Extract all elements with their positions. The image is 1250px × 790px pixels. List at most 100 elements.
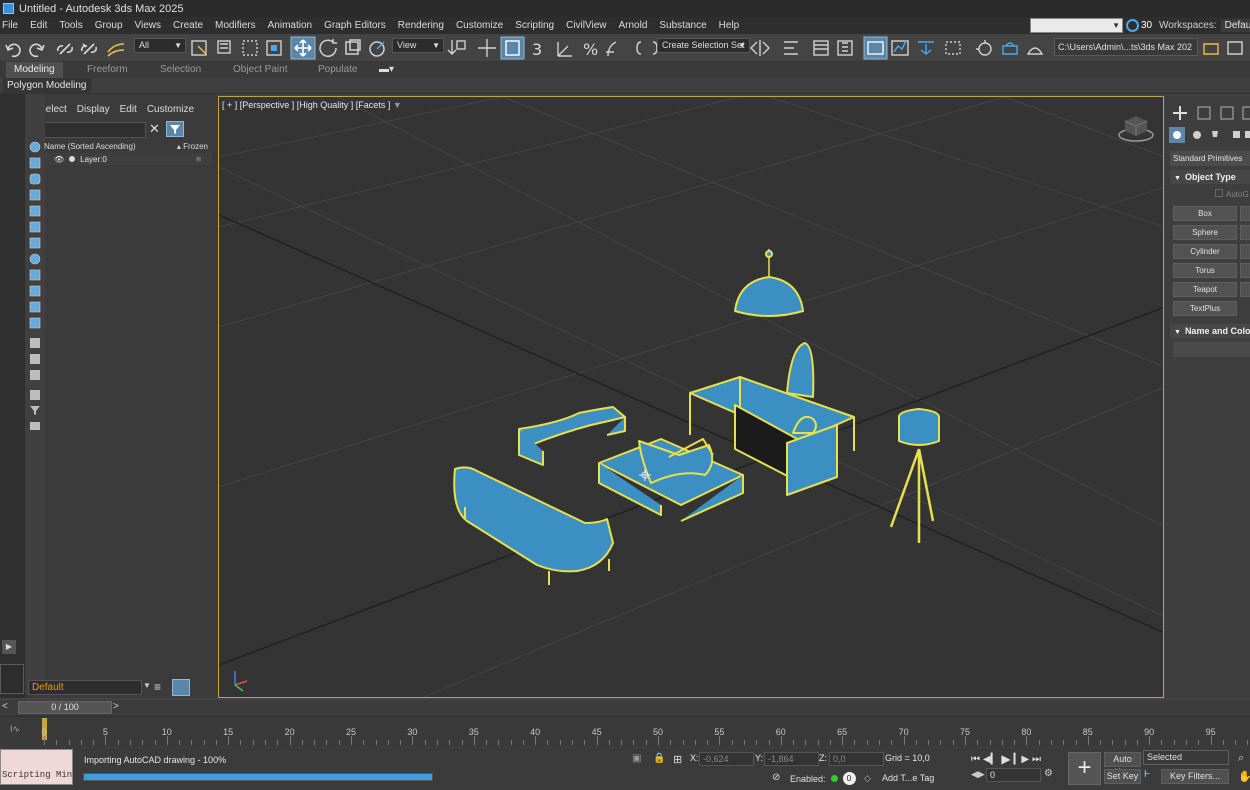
subtab-polygon-modeling[interactable]: Polygon Modeling — [3, 78, 91, 94]
zoom-icon[interactable]: ⌕ — [1238, 752, 1244, 765]
explorer-column-header[interactable]: Name (Sorted Ascending) ▴ Frozen — [44, 141, 212, 152]
workspace-selector[interactable]: Workspaces:Default — [1159, 18, 1250, 33]
enabled-toggle[interactable]: Enabled: 0 — [790, 772, 856, 785]
menu-substance[interactable]: Substance — [653, 17, 712, 34]
name-color-rollout[interactable]: ▼ Name and Color — [1170, 324, 1250, 338]
menu-file[interactable]: File — [0, 17, 24, 34]
ribbon-options-icon[interactable]: ▬▾ — [379, 62, 394, 78]
search-input[interactable]: ▼ — [1030, 18, 1123, 33]
autodesk-account-badge[interactable]: 30 — [1126, 18, 1152, 33]
timeline-tick — [768, 740, 770, 745]
pyramid-button[interactable] — [1240, 263, 1250, 278]
object-name-input[interactable] — [1173, 342, 1250, 357]
time-next-button[interactable]: > — [113, 701, 119, 712]
menu-civilview[interactable]: CivilView — [560, 17, 612, 34]
named-selection-sets-dropdown[interactable]: Create Selection Set ▼ — [657, 38, 750, 53]
explorer-search-input[interactable] — [30, 122, 146, 138]
layers-icon[interactable]: ≡ — [154, 680, 168, 695]
torus-button[interactable]: Torus — [1173, 263, 1237, 278]
project-folder-dropdown[interactable]: C:\Users\Admin\...ts\3ds Max 202 — [1054, 38, 1198, 56]
play-icon[interactable]: ▶ — [1001, 752, 1010, 766]
explorer-menu-display[interactable]: Display — [72, 104, 115, 120]
adaptive-degradation-icon[interactable]: ⊘ — [772, 772, 780, 783]
tab-selection[interactable]: Selection — [160, 62, 201, 78]
key-mode-dropdown[interactable]: Selected — [1143, 750, 1229, 765]
set-key-icon[interactable]: + — [1068, 752, 1101, 785]
menu-edit[interactable]: Edit — [24, 17, 53, 34]
key-filters-button[interactable]: Key Filters... — [1161, 769, 1229, 784]
sphere-button[interactable]: Sphere — [1173, 225, 1237, 240]
absolute-mode-icon[interactable]: ⊞ — [673, 753, 682, 766]
column-name[interactable]: Name (Sorted Ascending) — [44, 142, 136, 151]
selection-filter-dropdown[interactable]: All ▼ — [134, 38, 186, 53]
expand-arrow-icon[interactable]: ▶ — [2, 640, 16, 654]
explorer-layer-row[interactable]: 👁 Layer:0 ❄ — [44, 153, 212, 165]
tab-object-paint[interactable]: Object Paint — [233, 62, 287, 78]
plane-button[interactable] — [1240, 282, 1250, 297]
reference-coordinate-dropdown[interactable]: View ▼ — [392, 38, 444, 53]
clear-icon[interactable]: ✕ — [149, 121, 161, 137]
menu-group[interactable]: Group — [89, 17, 129, 34]
menu-scripting[interactable]: Scripting — [509, 17, 560, 34]
box-button[interactable]: Box — [1173, 206, 1237, 221]
cylinder-button[interactable]: Cylinder — [1173, 244, 1237, 259]
menu-arnold[interactable]: Arnold — [612, 17, 653, 34]
menu-views[interactable]: Views — [129, 17, 168, 34]
previous-frame-icon[interactable]: ◀▎ — [983, 754, 998, 765]
timeline-tick — [547, 740, 549, 745]
viewport-label-menu[interactable]: [ + ] [Perspective ] [High Quality ] [Fa… — [222, 100, 402, 110]
teapot-button[interactable]: Teapot — [1173, 282, 1237, 297]
next-frame-icon[interactable]: ▎▶ — [1014, 754, 1029, 765]
layer-active-icon[interactable] — [69, 156, 76, 162]
column-frozen[interactable]: ▴ Frozen — [177, 142, 208, 151]
curve-editor-icon[interactable]: I∿ — [10, 724, 20, 735]
tab-modeling[interactable]: Modeling — [6, 62, 63, 78]
filter-icon[interactable] — [166, 121, 184, 137]
go-to-start-icon[interactable]: ⏮ — [971, 754, 980, 765]
key-filter-icon[interactable]: Ⱶ — [1144, 769, 1150, 780]
time-config-icon[interactable]: ⚙ — [1044, 768, 1053, 779]
menu-tools[interactable]: Tools — [53, 17, 88, 34]
time-slider[interactable]: 0 / 100 — [18, 701, 112, 714]
snowflake-icon[interactable]: ❄ — [195, 155, 202, 164]
menu-create[interactable]: Create — [167, 17, 209, 34]
pan-icon[interactable]: ✋ — [1238, 770, 1250, 783]
explorer-menu-edit[interactable]: Edit — [115, 104, 142, 120]
textplus-button[interactable]: TextPlus — [1173, 301, 1237, 316]
z-coordinate-field[interactable]: 0,0 — [829, 752, 884, 766]
layer-dropdown[interactable]: Default — [28, 680, 142, 695]
menu-graph-editors[interactable]: Graph Editors — [318, 17, 392, 34]
auto-key-button[interactable]: Auto Key — [1104, 752, 1141, 777]
go-to-end-icon[interactable]: ⏭ — [1032, 754, 1041, 765]
object-type-rollout[interactable]: ▼ Object Type — [1170, 170, 1250, 184]
key-mode-icon[interactable]: ◀▶ — [971, 769, 985, 780]
menu-help[interactable]: Help — [713, 17, 746, 34]
eye-icon[interactable]: 👁 — [54, 155, 64, 164]
funnel-icon[interactable]: ▼ — [393, 100, 402, 110]
geosphere-button[interactable] — [1240, 225, 1250, 240]
tube-button[interactable] — [1240, 244, 1250, 259]
menu-rendering[interactable]: Rendering — [392, 17, 450, 34]
menu-modifiers[interactable]: Modifiers — [209, 17, 262, 34]
lock-icon[interactable]: 🔒 — [653, 753, 665, 764]
primitive-category-dropdown[interactable]: Standard Primitives — [1170, 151, 1250, 166]
perspective-viewport[interactable] — [218, 96, 1164, 698]
menu-animation[interactable]: Animation — [262, 17, 318, 34]
hierarchy-icon[interactable] — [172, 679, 190, 696]
viewport-layout-tab[interactable] — [0, 664, 24, 694]
autogrid-checkbox[interactable]: AutoG — [1215, 189, 1249, 199]
explorer-menu-customize[interactable]: Customize — [142, 104, 199, 120]
set-key-button[interactable]: Set Key — [1104, 769, 1141, 784]
tab-freeform[interactable]: Freeform — [87, 62, 128, 78]
add-time-tag[interactable]: Add T...e Tag — [882, 773, 934, 783]
timeline-tick — [1136, 740, 1138, 745]
y-coordinate-field[interactable]: -1,864 — [764, 752, 819, 766]
cone-button[interactable] — [1240, 206, 1250, 221]
maxscript-mini-listener[interactable]: Scripting Mini — [0, 749, 73, 785]
x-coordinate-field[interactable]: -0,624 — [699, 752, 754, 766]
time-prev-button[interactable]: < — [2, 701, 8, 712]
tab-populate[interactable]: Populate — [318, 62, 357, 78]
isolate-icon[interactable]: ▣ — [632, 753, 641, 764]
menu-customize[interactable]: Customize — [450, 17, 509, 34]
current-frame-field[interactable]: 0 — [986, 768, 1041, 782]
